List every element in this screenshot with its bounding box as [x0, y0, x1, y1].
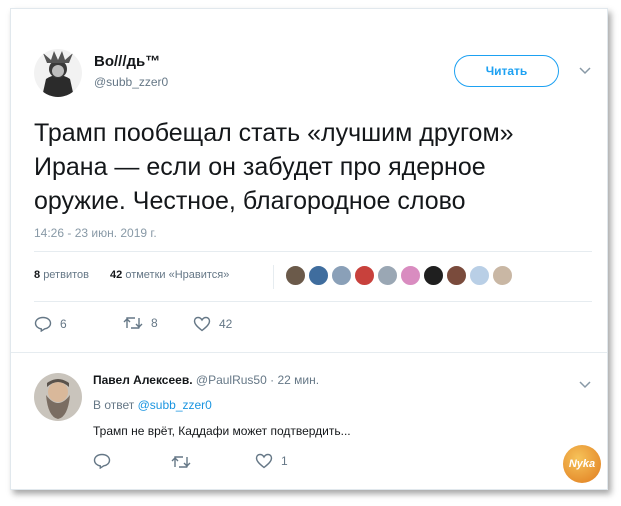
like-action[interactable]: 42 [193, 316, 232, 332]
in-reply-handle[interactable]: @subb_zzer0 [138, 398, 212, 412]
in-reply-prefix: В ответ [93, 398, 135, 412]
retweet-action[interactable]: 8 [123, 316, 158, 330]
reply-action[interactable]: 6 [34, 316, 67, 332]
tweet-text: Трамп пообещал стать «лучшим другом» Ира… [34, 116, 514, 218]
liker-avatar[interactable] [423, 265, 444, 286]
retweets-stat[interactable]: 8 ретвитов [34, 269, 89, 281]
liker-avatar[interactable] [354, 265, 375, 286]
likes-label: отметки «Нравится» [125, 269, 230, 281]
heart-icon [193, 316, 211, 332]
reply-count: 6 [60, 317, 67, 331]
reply-time[interactable]: 22 мин. [277, 373, 319, 387]
reply-retweet-action[interactable] [171, 455, 199, 469]
reply-text: Трамп не врёт, Каддафи может подтвердить… [93, 424, 351, 438]
reply-like-action[interactable]: 1 [255, 453, 288, 469]
tweet-text-line: Ирана — если он забудет про ядерное [34, 153, 486, 181]
author-avatar[interactable] [34, 49, 82, 97]
tweet-timestamp[interactable]: 14:26 - 23 июн. 2019 г. [34, 226, 157, 240]
liker-avatar[interactable] [400, 265, 421, 286]
heart-icon [255, 453, 273, 469]
tweet-text-line: оружие. Честное, благородное слово [34, 187, 466, 215]
author-handle[interactable]: @subb_zzer0 [94, 75, 168, 89]
like-count: 42 [219, 317, 233, 331]
liker-avatar[interactable] [446, 265, 467, 286]
liker-avatar[interactable] [492, 265, 513, 286]
reply-like-count: 1 [281, 454, 288, 468]
watermark-logo: Nyka [563, 445, 601, 483]
reply-separator: · [270, 373, 275, 387]
reply-icon [34, 316, 52, 332]
retweets-count: 8 [34, 269, 41, 281]
liker-avatar[interactable] [469, 265, 490, 286]
tweet-card: Во///дь™ @subb_zzer0 Читать Трамп пообещ… [10, 8, 608, 490]
liker-avatar[interactable] [285, 265, 306, 286]
divider [34, 251, 592, 252]
reply-author-handle[interactable]: @PaulRus50 [196, 373, 267, 387]
liker-avatar[interactable] [331, 265, 352, 286]
author-name[interactable]: Во///дь™ [94, 53, 160, 70]
in-reply-to: В ответ @subb_zzer0 [93, 398, 212, 412]
liker-avatar[interactable] [308, 265, 329, 286]
likes-stat[interactable]: 42 отметки «Нравится» [110, 269, 229, 281]
divider [34, 301, 592, 302]
reply-reply-action[interactable] [93, 453, 119, 469]
retweets-label: ретвитов [43, 269, 89, 281]
tweet-text-line: Трамп пообещал стать «лучшим другом» [34, 119, 514, 147]
stats-separator [273, 265, 274, 289]
liker-avatars [285, 265, 513, 287]
reply-header: Павел Алексеев. @PaulRus50 · 22 мин. [93, 373, 319, 387]
divider [11, 352, 607, 353]
follow-button[interactable]: Читать [454, 55, 559, 87]
reply-chevron-down-icon[interactable] [579, 377, 591, 392]
reply-author-avatar[interactable] [34, 373, 82, 421]
liker-avatar[interactable] [377, 265, 398, 286]
reply-icon [93, 453, 111, 469]
likes-count: 42 [110, 269, 123, 281]
retweet-icon [171, 456, 191, 468]
retweet-icon [123, 317, 143, 329]
retweet-count: 8 [151, 316, 158, 330]
reply-author-name[interactable]: Павел Алексеев. [93, 373, 193, 387]
chevron-down-icon[interactable] [579, 63, 591, 78]
